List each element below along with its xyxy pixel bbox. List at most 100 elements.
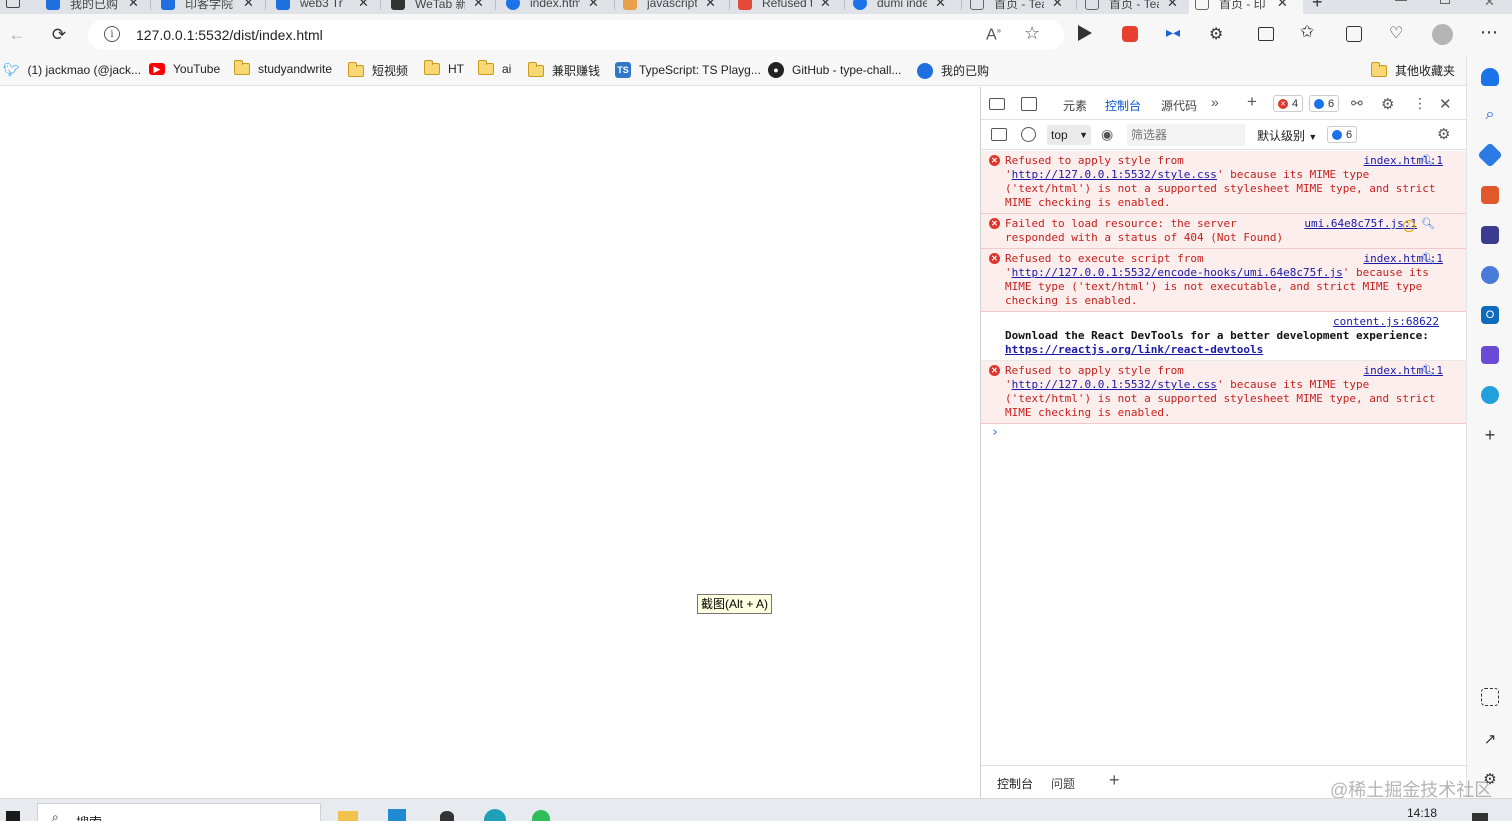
open-external-icon[interactable]: ↗ [1481, 730, 1499, 748]
tab[interactable]: 首页 - Tea ✕ [1079, 0, 1187, 14]
console-filter-input[interactable] [1127, 124, 1245, 146]
add-panel-icon[interactable]: + [1247, 92, 1257, 112]
shopping-tag-icon[interactable] [1477, 142, 1503, 168]
github-cat-icon[interactable] [440, 811, 454, 821]
search-icon[interactable]: 🔍︎ [1421, 154, 1435, 168]
favorites-icon[interactable]: ✩ [1300, 22, 1314, 42]
site-info-icon[interactable]: i [104, 26, 120, 42]
device-toolbar-icon[interactable] [1021, 97, 1037, 111]
close-tab-icon[interactable]: ✕ [1167, 0, 1178, 11]
console-settings-gear-icon[interactable]: ⚙ [1437, 125, 1450, 143]
console-info-message[interactable]: content.js:68622 Download the React DevT… [981, 312, 1467, 361]
edge-browser-icon[interactable] [484, 809, 506, 821]
search-icon[interactable]: 🔍︎ [1421, 364, 1435, 378]
tab[interactable]: dumi index✕ [847, 0, 959, 14]
clock[interactable]: 14:18 [1407, 806, 1437, 820]
bookmark-folder[interactable]: ai [477, 60, 511, 76]
react-devtools-link[interactable]: https://reactjs.org/link/react-devtools [1005, 343, 1263, 356]
close-tab-icon[interactable]: ✕ [243, 0, 254, 11]
back-icon[interactable]: ← [4, 23, 30, 47]
extension-red-icon[interactable] [1122, 26, 1138, 42]
close-tab-icon[interactable]: ✕ [705, 0, 716, 11]
more-menu-icon[interactable]: ⋯ [1480, 22, 1498, 43]
inspect-element-icon[interactable] [989, 98, 1005, 110]
more-tabs-icon[interactable]: » [1211, 94, 1219, 110]
tab-elements[interactable]: 元素 [1063, 97, 1087, 114]
console-error-message[interactable]: ✕ index.html:1 Refused to apply style fr… [981, 151, 1467, 214]
resource-link[interactable]: http://127.0.0.1:5532/encode-hooks/umi.6… [1012, 266, 1343, 279]
message-source-link[interactable]: content.js:68622 [1333, 315, 1439, 328]
tab-sources[interactable]: 源代码 [1161, 97, 1197, 114]
close-tab-icon[interactable]: ✕ [473, 0, 484, 11]
extension-translate-icon[interactable]: ▸◂ [1166, 24, 1180, 41]
bookmark-folder[interactable]: studyandwrite [233, 60, 332, 76]
close-tab-icon[interactable]: ✕ [128, 0, 139, 11]
drawer-tab-issues[interactable]: 问题 [1051, 775, 1075, 792]
settings-gear-icon[interactable]: ⚙ [1381, 95, 1394, 113]
info-count-badge[interactable]: 6 [1309, 95, 1340, 112]
address-bar[interactable]: i 127.0.0.1:5532/dist/index.html A» ☆ [88, 20, 1064, 50]
tab-active[interactable]: 首页 - 印 ✕ [1189, 0, 1303, 14]
tab-console[interactable]: 控制台 [1105, 97, 1141, 114]
resource-link[interactable]: http://127.0.0.1:5532/style.css [1012, 168, 1217, 181]
wechat-icon[interactable] [532, 810, 550, 821]
close-tab-icon[interactable]: ✕ [820, 0, 831, 11]
close-tab-icon[interactable]: ✕ [1277, 0, 1288, 11]
play-icon[interactable] [1078, 25, 1092, 41]
close-tab-icon[interactable]: ✕ [1052, 0, 1063, 11]
tab[interactable]: Refused t ✕ [732, 0, 842, 14]
kebab-menu-icon[interactable]: ⋮ [1413, 95, 1427, 112]
telegram-icon[interactable] [1481, 386, 1499, 404]
notification-center-icon[interactable] [1472, 813, 1488, 821]
resource-link[interactable]: http://127.0.0.1:5532/style.css [1012, 378, 1217, 391]
bookmark-other-favorites[interactable]: 其他收藏夹 [1370, 61, 1455, 79]
collections-icon[interactable] [1346, 26, 1362, 42]
close-tab-icon[interactable]: ✕ [588, 0, 599, 11]
tools-briefcase-icon[interactable] [1481, 186, 1499, 204]
console-prompt-chevron-icon[interactable]: › [991, 426, 1477, 440]
search-icon[interactable]: ⌕ [1481, 106, 1499, 124]
tab[interactable]: web3 Tr ✕ [270, 0, 378, 14]
close-devtools-icon[interactable]: ✕ [1439, 95, 1452, 113]
clear-console-icon[interactable] [1021, 127, 1036, 142]
connection-icon[interactable]: ⚯ [1351, 95, 1363, 112]
tab[interactable]: index.htm ✕ [500, 0, 612, 14]
bookmark-folder[interactable]: HT [423, 60, 464, 76]
add-app-icon[interactable]: + [1481, 425, 1499, 445]
maximize-icon[interactable] [1440, 0, 1450, 4]
browser-essentials-icon[interactable]: ♡ [1389, 23, 1403, 43]
tab[interactable]: 我的已购 ✕ [40, 0, 148, 14]
capture-icon[interactable] [1481, 688, 1499, 706]
close-tab-icon[interactable]: ✕ [358, 0, 369, 11]
context-select[interactable]: top ▼ [1047, 125, 1091, 145]
bookmark-folder[interactable]: 短视频 [347, 61, 408, 79]
microsoft-365-icon[interactable] [1481, 266, 1499, 284]
bookmark-github[interactable]: ● GitHub - type-chall... [768, 62, 901, 78]
issues-count-badge[interactable]: 6 [1327, 126, 1358, 143]
message-source-link[interactable]: umi.64e8c75f.js:1 [1304, 217, 1417, 231]
outlook-icon[interactable]: O [1481, 306, 1499, 324]
close-window-icon[interactable]: ✕ [1484, 0, 1495, 10]
profile-avatar[interactable] [1432, 24, 1453, 45]
new-tab-icon[interactable]: + [1312, 0, 1323, 13]
minimize-icon[interactable] [1395, 0, 1407, 1]
console-error-message[interactable]: ✕ umi.64e8c75f.js:1 Failed to load resou… [981, 214, 1467, 249]
file-explorer-icon[interactable] [338, 811, 358, 821]
close-tab-icon[interactable]: ✕ [935, 0, 946, 11]
favorite-star-icon[interactable]: ☆ [1024, 23, 1040, 44]
search-icon[interactable]: 🔍︎ [1421, 252, 1435, 266]
bookmark-twitter[interactable]: 🐦︎ (1) jackmao (@jack... [3, 62, 141, 78]
log-level-select[interactable]: 默认级别 ▼ [1257, 127, 1317, 144]
console-error-message[interactable]: ✕ index.html:1 Refused to apply style fr… [981, 361, 1467, 424]
tab-actions-icon[interactable] [6, 0, 20, 8]
split-screen-icon[interactable] [1258, 27, 1274, 41]
vscode-icon[interactable] [388, 809, 406, 821]
windows-start-icon[interactable] [6, 811, 20, 821]
search-icon[interactable]: 🔍︎ [1421, 217, 1435, 231]
tab[interactable]: javascript ✕ [617, 0, 727, 14]
add-drawer-tab-icon[interactable]: + [1109, 770, 1120, 791]
bookmark-youtube[interactable]: ▶ YouTube [149, 62, 220, 76]
tab[interactable]: 首页 - Tea ✕ [964, 0, 1074, 14]
drawer-tab-console[interactable]: 控制台 [989, 775, 1042, 800]
drop-icon[interactable] [1481, 346, 1499, 364]
